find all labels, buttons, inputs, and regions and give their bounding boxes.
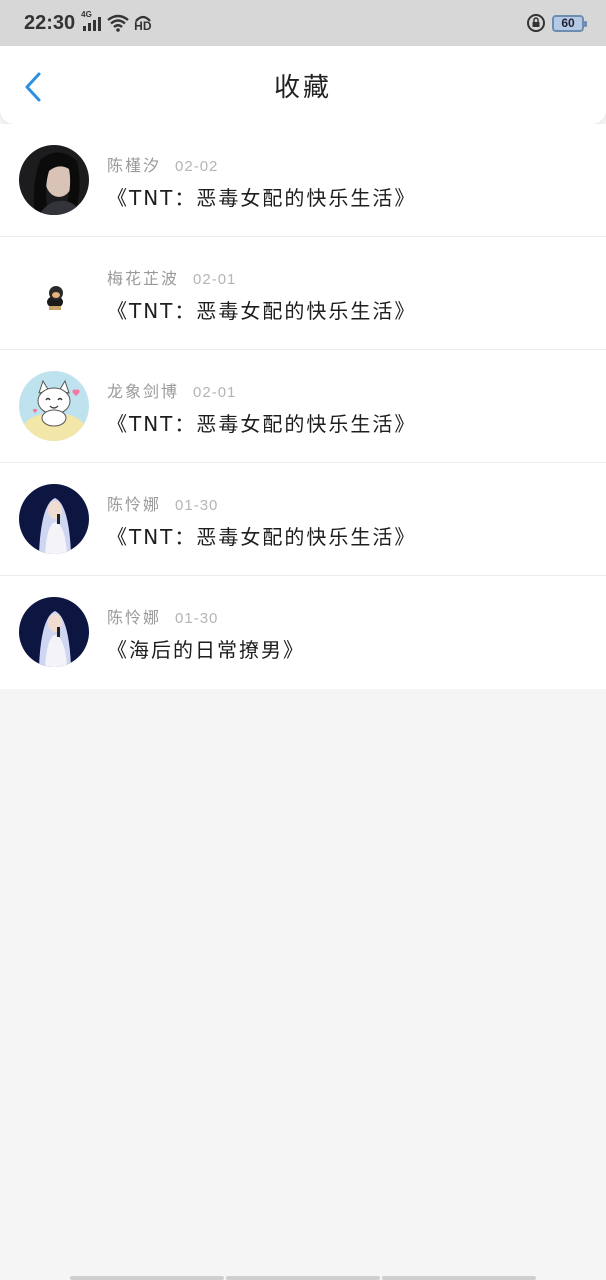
item-date: 01-30	[175, 610, 219, 627]
list-item[interactable]: 梅花芷波 02-01 《TNT：恶毒女配的快乐生活》	[0, 237, 606, 350]
item-date: 02-01	[193, 384, 237, 401]
item-meta: 陈怜娜 01-30	[107, 491, 218, 515]
gesture-segment-center[interactable]	[226, 1276, 380, 1280]
cellular-signal-icon: 4G	[81, 10, 103, 32]
battery-icon: 60	[552, 14, 587, 32]
list-item[interactable]: 陈槿汐 02-02 《TNT：恶毒女配的快乐生活》	[0, 124, 606, 237]
book-title: 《海后的日常撩男》	[107, 638, 305, 662]
book-title: 《TNT：恶毒女配的快乐生活》	[107, 525, 417, 549]
gesture-navigation-bar[interactable]	[70, 1276, 536, 1280]
status-time: 22:30	[24, 11, 76, 34]
avatar[interactable]	[19, 597, 89, 667]
item-date: 02-02	[175, 158, 219, 175]
status-icons: 4G HD	[81, 10, 153, 33]
list-item[interactable]: 陈怜娜 01-30 《海后的日常撩男》	[0, 576, 606, 689]
item-meta: 陈怜娜 01-30	[107, 604, 218, 628]
favorites-list: 陈槿汐 02-02 《TNT：恶毒女配的快乐生活》 梅花芷波 02-01 《TN…	[0, 124, 606, 689]
author-name: 陈怜娜	[107, 495, 162, 514]
item-date: 01-30	[175, 497, 219, 514]
author-name: 梅花芷波	[107, 269, 180, 288]
chevron-left-icon	[25, 72, 41, 102]
hd-voice-icon: HD	[133, 14, 153, 33]
book-title: 《TNT：恶毒女配的快乐生活》	[107, 412, 417, 436]
wifi-icon	[107, 14, 129, 32]
author-name: 陈槿汐	[107, 156, 162, 175]
item-meta: 龙象剑博 02-01	[107, 378, 236, 402]
avatar[interactable]	[19, 484, 89, 554]
status-bar: 22:30 4G HD 60	[0, 0, 606, 46]
nav-bar: 收藏	[0, 46, 606, 124]
avatar[interactable]	[19, 258, 89, 328]
book-title: 《TNT：恶毒女配的快乐生活》	[107, 299, 417, 323]
gesture-segment-left[interactable]	[70, 1276, 224, 1280]
list-item[interactable]: 陈怜娜 01-30 《TNT：恶毒女配的快乐生活》	[0, 463, 606, 576]
status-left: 22:30 4G HD	[24, 10, 153, 35]
back-button[interactable]	[18, 70, 48, 104]
author-name: 龙象剑博	[107, 382, 180, 401]
avatar[interactable]	[19, 145, 89, 215]
rotation-lock-icon	[526, 13, 546, 33]
book-title: 《TNT：恶毒女配的快乐生活》	[107, 186, 417, 210]
item-date: 02-01	[193, 271, 237, 288]
author-name: 陈怜娜	[107, 608, 162, 627]
item-meta: 梅花芷波 02-01	[107, 265, 236, 289]
status-right: 60	[526, 13, 587, 33]
page-title: 收藏	[273, 72, 332, 103]
gesture-segment-right[interactable]	[382, 1276, 536, 1280]
avatar[interactable]	[19, 371, 89, 441]
item-meta: 陈槿汐 02-02	[107, 152, 218, 176]
list-item[interactable]: 龙象剑博 02-01 《TNT：恶毒女配的快乐生活》	[0, 350, 606, 463]
hd-label: HD	[134, 19, 152, 33]
